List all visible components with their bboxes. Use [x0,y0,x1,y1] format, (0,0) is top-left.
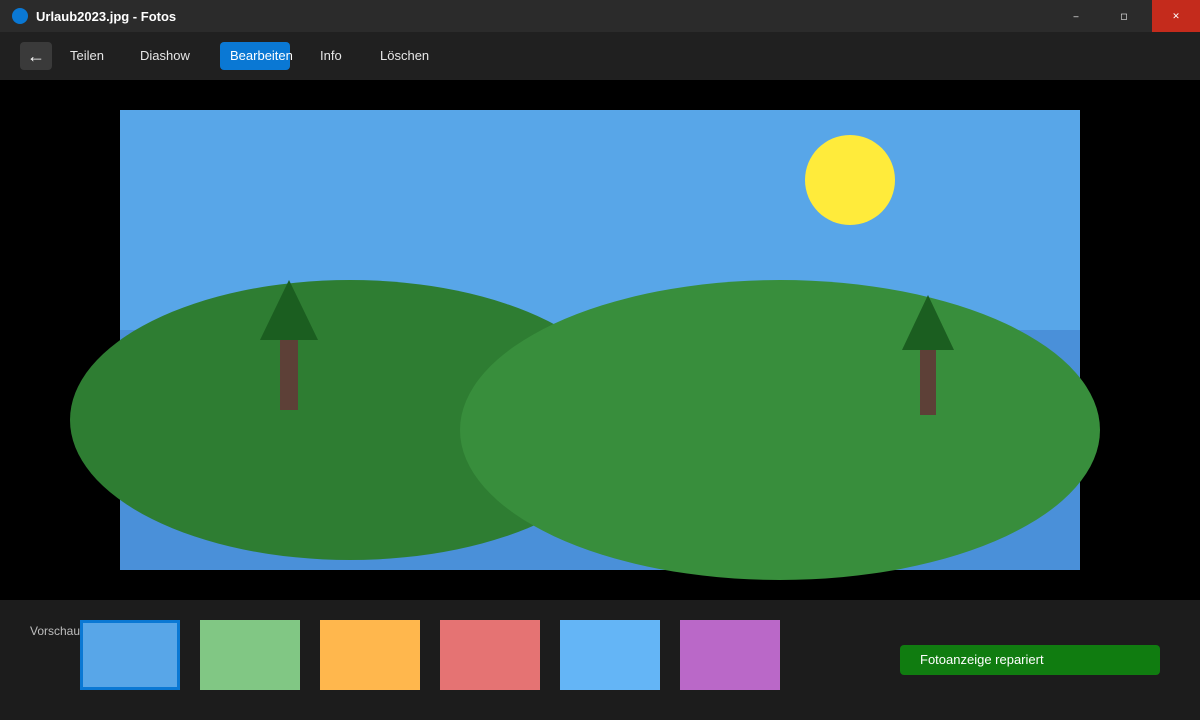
close-button[interactable]: ✕ [1152,0,1200,32]
thumbnail[interactable] [680,620,780,690]
hill-right [460,280,1100,580]
photo-viewer[interactable] [0,80,1200,600]
thumbnail[interactable] [560,620,660,690]
minimize-button[interactable]: – [1052,0,1100,32]
info-button[interactable]: Info [320,42,342,70]
thumbnail[interactable] [80,620,180,690]
arrow-left-icon: ← [27,45,45,66]
photo-image [70,110,1100,580]
thumbnail[interactable] [200,620,300,690]
title-bar: Urlaub2023.jpg - Fotos – ◻ ✕ [0,0,1200,32]
filmstrip-panel: Vorschau Fotoanzeige repariert [0,600,1200,720]
edit-button[interactable]: Bearbeiten [220,42,293,70]
tree-trunk-left [280,335,298,410]
preview-label: Vorschau [30,624,81,638]
notification-toast: Fotoanzeige repariert [900,645,1160,675]
maximize-button[interactable]: ◻ [1100,0,1148,32]
toolbar: ← Teilen Diashow Bearbeiten Info Löschen [0,32,1200,80]
back-button[interactable]: ← [20,42,52,70]
tree-trunk-right [920,345,936,415]
thumbnail[interactable] [440,620,540,690]
delete-button[interactable]: Löschen [380,42,429,70]
sun-shape [805,135,895,225]
share-button[interactable]: Teilen [70,42,104,70]
thumbnail[interactable] [320,620,420,690]
photos-app-icon [12,8,28,24]
slideshow-button[interactable]: Diashow [140,42,190,70]
window-title: Urlaub2023.jpg - Fotos [36,9,177,24]
